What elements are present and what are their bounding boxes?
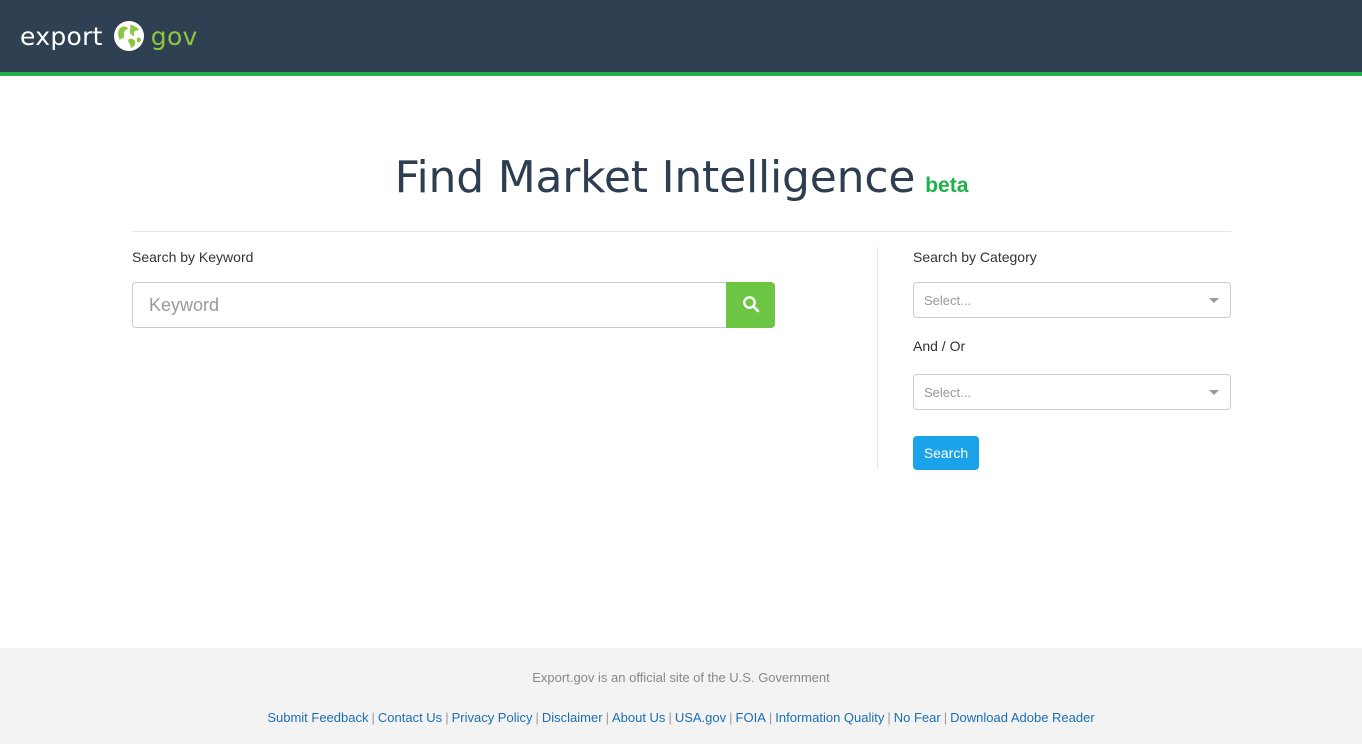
category-select-2-value: Select... (924, 385, 971, 400)
chevron-down-icon (1209, 298, 1219, 303)
logo-export-text: export (20, 21, 103, 51)
footer-separator: | (768, 710, 773, 725)
keyword-input[interactable] (132, 282, 727, 328)
panel-divider (877, 247, 878, 470)
site-logo[interactable]: export gov (20, 14, 198, 58)
footer-link-contact-us[interactable]: Contact Us (378, 710, 442, 725)
category-select-1[interactable]: Select... (913, 282, 1231, 318)
footer-link-submit-feedback[interactable]: Submit Feedback (267, 710, 368, 725)
keyword-search-button[interactable] (726, 282, 775, 328)
footer-separator: | (535, 710, 539, 725)
footer-separator: | (605, 710, 609, 725)
site-footer: Export.gov is an official site of the U.… (0, 648, 1362, 744)
globe-icon (113, 20, 145, 52)
official-site-notice: Export.gov is an official site of the U.… (532, 670, 830, 685)
footer-link-information-quality[interactable]: Information Quality (775, 710, 884, 725)
search-icon (742, 295, 760, 316)
category-search-label: Search by Category (913, 249, 1037, 265)
category-select-2[interactable]: Select... (913, 374, 1231, 410)
footer-link-about-us[interactable]: About Us (612, 710, 665, 725)
title-divider (132, 231, 1231, 232)
footer-separator: | (943, 710, 948, 725)
footer-link-disclaimer[interactable]: Disclaimer (542, 710, 603, 725)
page-heading: Find Market Intelligence beta (132, 152, 1231, 203)
beta-badge: beta (925, 174, 969, 197)
logo-gov-text: gov (150, 21, 198, 51)
page-title: Find Market Intelligence (394, 152, 916, 203)
category-select-1-value: Select... (924, 293, 971, 308)
footer-separator: | (445, 710, 449, 725)
footer-separator: | (668, 710, 672, 725)
footer-links: Submit Feedback | Contact Us | Privacy Polic… (0, 710, 1362, 725)
footer-link-foia[interactable]: FOIA (736, 710, 766, 725)
site-header: export gov (0, 0, 1362, 72)
and-or-label: And / Or (913, 338, 966, 354)
chevron-down-icon (1209, 390, 1219, 395)
footer-link-privacy-policy[interactable]: Privacy Policy (452, 710, 533, 725)
footer-separator: | (729, 710, 733, 725)
header-accent-bar (0, 72, 1362, 76)
footer-link-download-adobe-reader[interactable]: Download Adobe Reader (950, 710, 1095, 725)
keyword-search-label: Search by Keyword (132, 249, 254, 265)
footer-separator: | (371, 710, 375, 725)
category-search-button[interactable]: Search (913, 436, 979, 470)
footer-link-no-fear[interactable]: No Fear (894, 710, 941, 725)
footer-link-usa-gov[interactable]: USA.gov (675, 710, 726, 725)
footer-separator: | (887, 710, 891, 725)
